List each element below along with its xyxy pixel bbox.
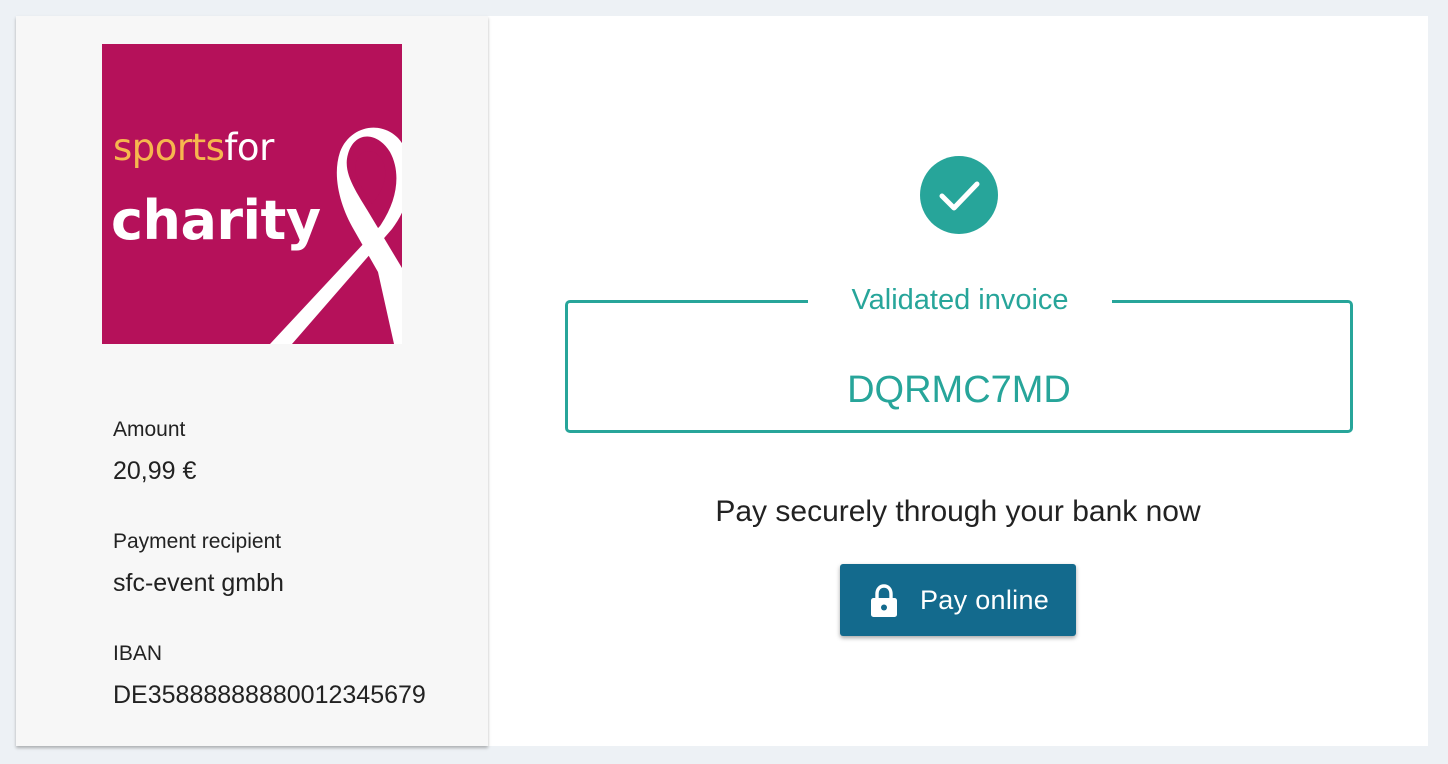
payment-recipient-value: sfc-event gmbh [113, 569, 284, 597]
pay-online-button[interactable]: Pay online [840, 564, 1076, 636]
iban-value: DE35888888880012345679 [113, 681, 426, 709]
invoice-card: sportsfor charity Amount 20,99 € Payment… [16, 16, 1428, 746]
amount-field: Amount 20,99 € [113, 418, 196, 486]
sports-for-charity-logo: sportsfor charity [102, 44, 402, 344]
check-circle-icon [920, 156, 998, 234]
invoice-legend: Validated invoice [808, 282, 1112, 318]
payment-main-panel: Validated invoice DQRMC7MD Pay securely … [488, 16, 1428, 746]
invoice-details-sidebar: sportsfor charity Amount 20,99 € Payment… [16, 16, 488, 746]
amount-value: 20,99 € [113, 457, 197, 485]
iban-field: IBAN DE35888888880012345679 [113, 642, 426, 710]
validated-invoice-box: Validated invoice DQRMC7MD [565, 282, 1353, 433]
iban-label: IBAN [113, 642, 163, 665]
payment-recipient-label: Payment recipient [113, 530, 282, 553]
pay-online-label: Pay online [920, 585, 1050, 615]
payment-recipient-field: Payment recipient sfc-event gmbh [113, 530, 284, 598]
amount-label: Amount [113, 418, 186, 441]
logo-word-charity: charity [111, 189, 321, 252]
logo-text-sportsfor: sportsfor [113, 128, 274, 168]
logo-word-for: for [224, 126, 274, 169]
lock-icon [871, 584, 897, 617]
invoice-code: DQRMC7MD [847, 369, 1071, 411]
logo-word-sports: sports [113, 126, 225, 169]
pay-securely-text: Pay securely through your bank now [715, 495, 1201, 528]
